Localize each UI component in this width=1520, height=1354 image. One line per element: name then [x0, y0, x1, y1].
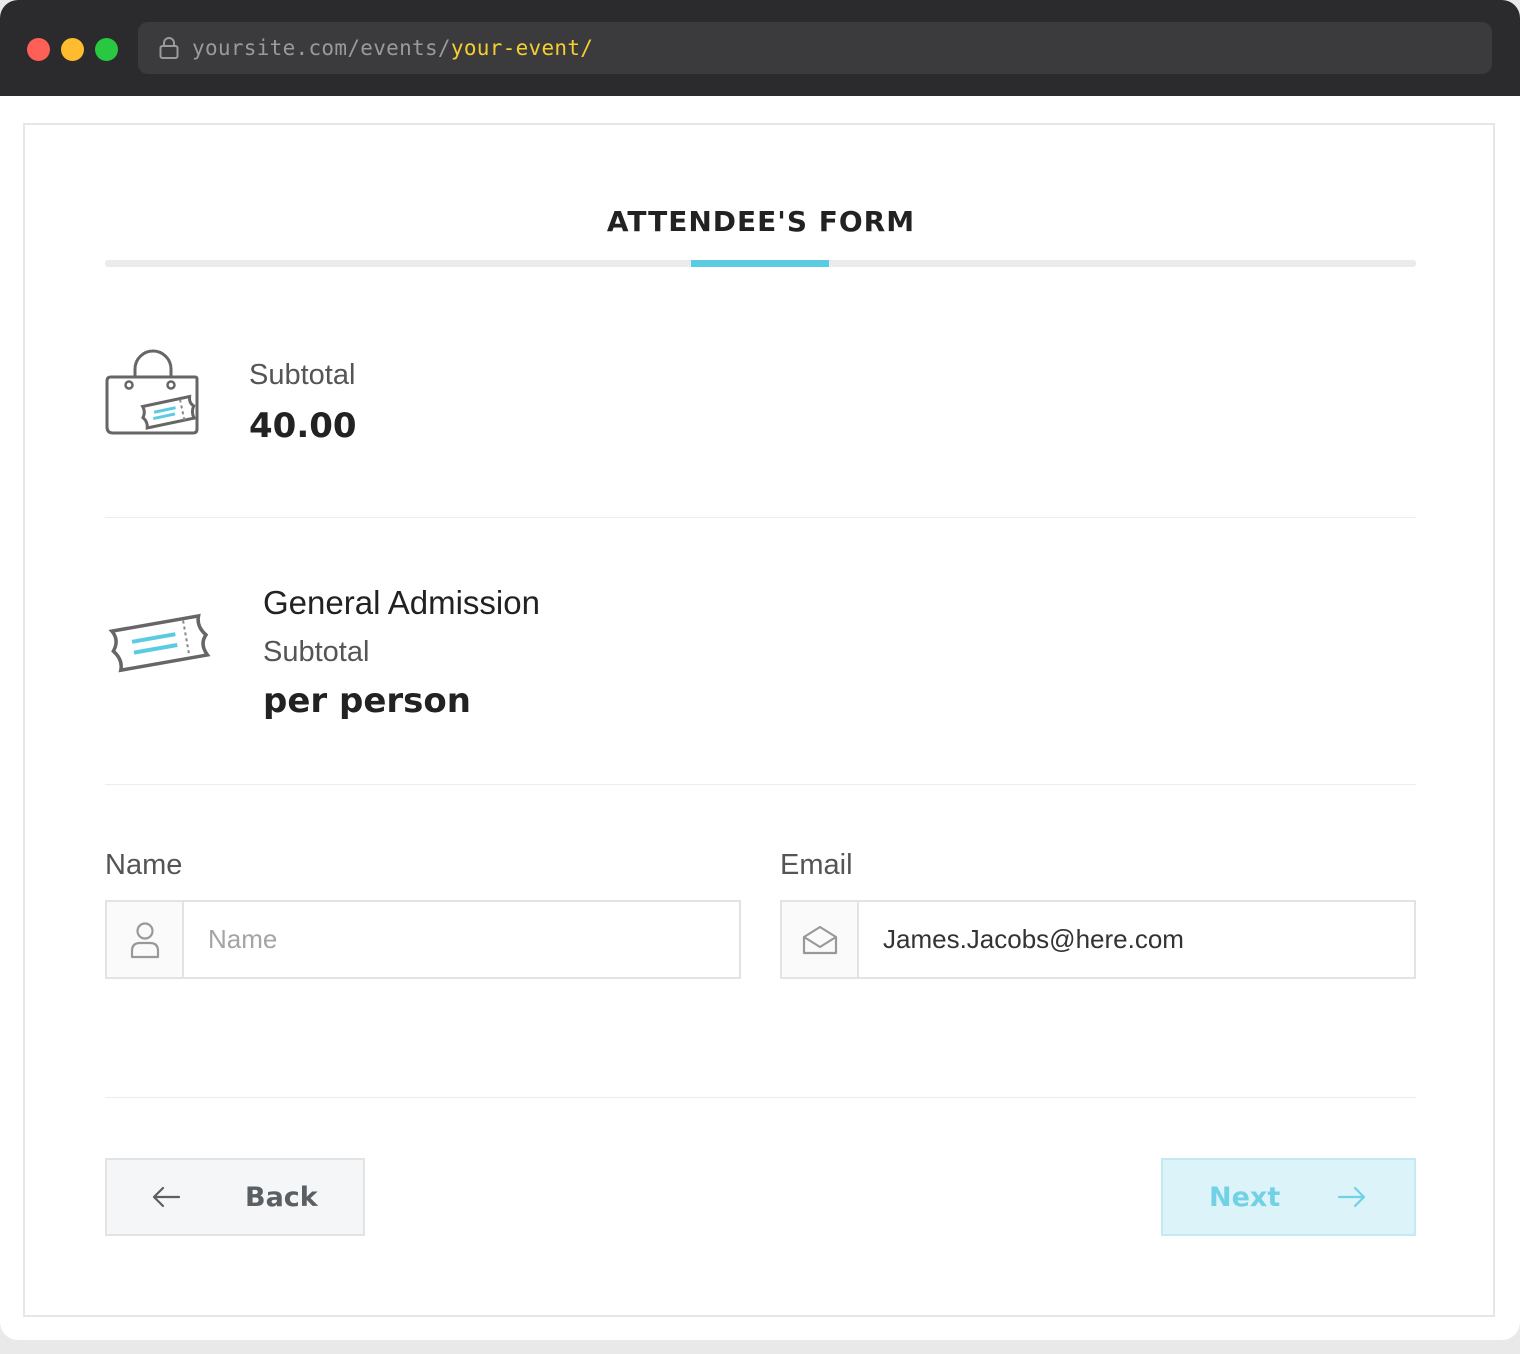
email-input[interactable] — [859, 902, 1414, 977]
name-input[interactable] — [184, 902, 739, 977]
name-field-label: Name — [105, 849, 183, 881]
form-title: ATTENDEE'S FORM — [606, 205, 916, 238]
browser-titlebar: yoursite.com/events/your-event/ — [0, 0, 1520, 96]
lock-icon — [159, 37, 179, 59]
next-button[interactable]: Next — [1161, 1158, 1416, 1236]
ticket-price: per person — [263, 681, 471, 721]
email-field — [780, 900, 1416, 979]
url-base: yoursite.com/events/ — [192, 36, 451, 60]
section-divider — [105, 1097, 1416, 1098]
subtotal-label: Subtotal — [249, 359, 356, 391]
subtotal-value: 40.00 — [249, 406, 357, 446]
back-button[interactable]: Back — [105, 1158, 365, 1236]
email-field-label: Email — [780, 849, 853, 881]
next-button-label: Next — [1209, 1181, 1281, 1213]
ticket-subtotal-label: Subtotal — [263, 636, 370, 668]
close-window-button[interactable] — [27, 38, 50, 61]
ticket-icon — [108, 613, 211, 673]
arrow-left-icon — [152, 1186, 181, 1208]
attendee-form-card: ATTENDEE'S FORM Subtotal 40.00 General A… — [23, 123, 1495, 1317]
ticket-name: General Admission — [263, 584, 540, 621]
name-field — [105, 900, 741, 979]
minimize-window-button[interactable] — [61, 38, 84, 61]
url-text: yoursite.com/events/your-event/ — [192, 36, 593, 60]
envelope-icon — [782, 902, 859, 977]
maximize-window-button[interactable] — [95, 38, 118, 61]
url-path: your-event/ — [450, 36, 594, 60]
user-icon — [107, 902, 184, 977]
shopping-bag-ticket-icon — [105, 349, 199, 435]
arrow-right-icon — [1337, 1186, 1366, 1208]
section-divider — [105, 517, 1416, 518]
step-progress-indicator — [691, 260, 829, 267]
back-button-label: Back — [245, 1181, 318, 1213]
step-progress-track — [105, 260, 1416, 267]
address-bar[interactable]: yoursite.com/events/your-event/ — [138, 22, 1492, 74]
section-divider — [105, 784, 1416, 785]
browser-window: yoursite.com/events/your-event/ ATTENDEE… — [0, 0, 1520, 1340]
